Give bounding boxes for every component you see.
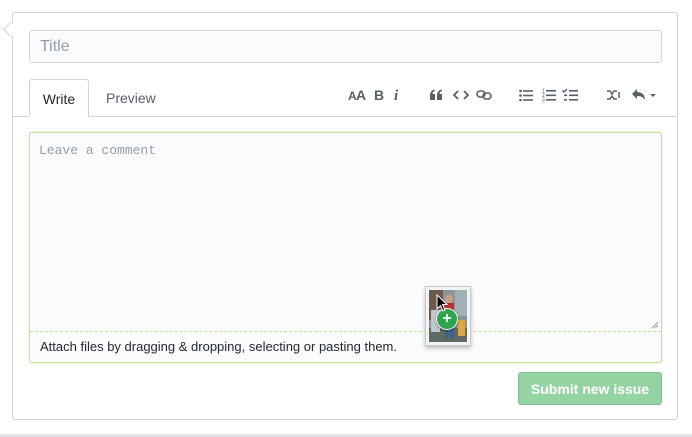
- attach-files-bar[interactable]: Attach files by dragging & dropping, sel…: [30, 331, 661, 362]
- title-input[interactable]: [29, 30, 662, 63]
- mention-icon[interactable]: [605, 84, 623, 106]
- tab-preview[interactable]: Preview: [94, 79, 168, 117]
- code-icon[interactable]: [452, 84, 470, 106]
- numbered-list-icon[interactable]: 123: [541, 84, 557, 106]
- quote-icon[interactable]: [428, 84, 444, 106]
- mouse-cursor-icon: [436, 294, 448, 312]
- attach-files-hint: Attach files by dragging & dropping, sel…: [40, 339, 397, 354]
- task-list-icon[interactable]: [562, 84, 578, 106]
- svg-text:3: 3: [542, 98, 545, 103]
- link-icon[interactable]: [475, 84, 493, 106]
- bold-icon[interactable]: B: [372, 84, 386, 106]
- comment-box: Attach files by dragging & dropping, sel…: [29, 132, 662, 363]
- reply-icon[interactable]: [630, 84, 658, 106]
- svg-text:B: B: [374, 88, 384, 102]
- resize-grip-icon[interactable]: [651, 321, 659, 329]
- submit-new-issue-button[interactable]: Submit new issue: [518, 372, 662, 405]
- comment-textarea[interactable]: [30, 133, 661, 330]
- header-icon[interactable]: A A: [347, 84, 367, 106]
- italic-icon[interactable]: i: [391, 84, 403, 106]
- bullet-list-icon[interactable]: [518, 84, 534, 106]
- svg-text:i: i: [394, 88, 399, 102]
- svg-text:A: A: [356, 88, 366, 102]
- tab-write[interactable]: Write: [29, 79, 89, 117]
